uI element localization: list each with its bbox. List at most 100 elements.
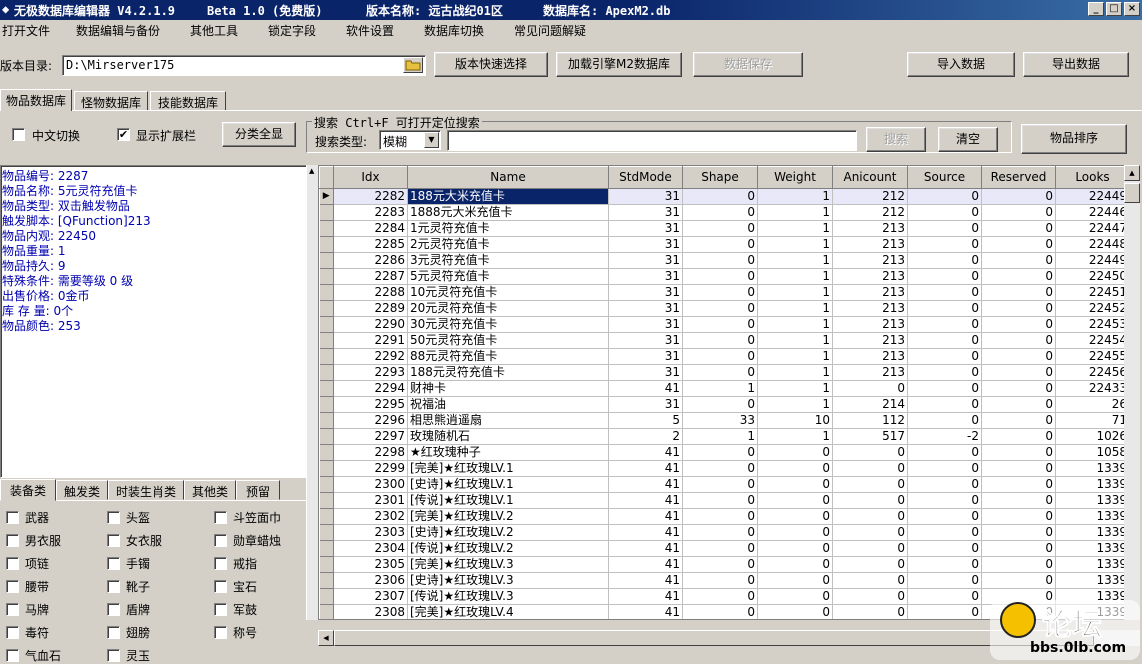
table-row[interactable]: 2284 1元灵符充值卡 31 0 1 213 0 0 22447	[319, 220, 1130, 237]
row-indicator[interactable]	[319, 476, 334, 493]
table-cell[interactable]: 0	[981, 524, 1056, 541]
menu-settings[interactable]: 软件设置	[346, 22, 394, 39]
table-cell[interactable]: 0	[757, 524, 833, 541]
table-cell[interactable]: 0	[682, 348, 758, 365]
table-cell[interactable]: 0	[832, 556, 908, 573]
table-cell[interactable]: 0	[682, 588, 758, 605]
table-cell[interactable]: 213	[832, 252, 908, 269]
table-cell[interactable]: 0	[981, 348, 1056, 365]
table-row[interactable]: 2288 10元灵符充值卡 31 0 1 213 0 0 22451	[319, 284, 1130, 301]
category-checkbox[interactable]	[107, 649, 120, 662]
category-checkbox[interactable]	[6, 649, 19, 662]
table-cell[interactable]: 0	[832, 476, 908, 493]
row-indicator[interactable]	[319, 572, 334, 589]
table-cell[interactable]: 2306	[333, 572, 408, 589]
sort-items-button[interactable]: 物品排序	[1021, 124, 1127, 154]
table-cell[interactable]: 213	[832, 364, 908, 381]
row-indicator[interactable]	[319, 492, 334, 509]
tab-fashion[interactable]: 时装生肖类	[108, 480, 184, 500]
table-cell[interactable]: 0	[682, 364, 758, 381]
table-cell[interactable]: 0	[757, 476, 833, 493]
table-cell[interactable]: 0	[682, 476, 758, 493]
category-checkbox[interactable]	[107, 626, 120, 639]
table-cell[interactable]: 2291	[333, 332, 408, 349]
table-cell[interactable]: 0	[907, 476, 982, 493]
table-cell[interactable]: 2元灵符充值卡	[407, 236, 609, 253]
search-type-select[interactable]: 模糊 ▼	[379, 130, 441, 150]
column-header[interactable]: Reserved	[981, 166, 1056, 189]
table-cell[interactable]: 3元灵符充值卡	[407, 252, 609, 269]
table-cell[interactable]: 31	[608, 364, 683, 381]
table-cell[interactable]: 41	[608, 460, 683, 477]
table-cell[interactable]: 31	[608, 284, 683, 301]
row-indicator[interactable]	[319, 204, 334, 221]
table-cell[interactable]: 41	[608, 604, 683, 619]
table-cell[interactable]: 0	[682, 604, 758, 619]
row-indicator[interactable]	[319, 316, 334, 333]
table-cell[interactable]: 0	[907, 188, 982, 205]
tab-skill-db[interactable]: 技能数据库	[150, 91, 226, 111]
row-indicator[interactable]	[319, 540, 334, 557]
table-cell[interactable]: 0	[682, 284, 758, 301]
minimize-button[interactable]: _	[1088, 2, 1104, 16]
table-cell[interactable]: 1	[757, 188, 833, 205]
table-cell[interactable]: 0	[907, 252, 982, 269]
row-indicator[interactable]	[319, 508, 334, 525]
table-cell[interactable]: 31	[608, 252, 683, 269]
table-cell[interactable]: 1058	[1055, 444, 1130, 461]
table-row[interactable]: ▶ 2282 188元大米充值卡 31 0 1 212 0 0 22449	[319, 188, 1130, 205]
table-row[interactable]: 2304 [传说]★红玫瑰LV.2 41 0 0 0 0 0 1339	[319, 540, 1130, 557]
table-cell[interactable]: 1	[757, 236, 833, 253]
row-indicator[interactable]	[319, 252, 334, 269]
table-cell[interactable]: 0	[682, 252, 758, 269]
table-cell[interactable]: 2299	[333, 460, 408, 477]
table-cell[interactable]: 0	[907, 220, 982, 237]
table-cell[interactable]: 1	[757, 332, 833, 349]
table-cell[interactable]: 0	[981, 380, 1056, 397]
table-cell[interactable]: 0	[682, 572, 758, 589]
scroll-left-icon[interactable]: ◀	[318, 630, 334, 646]
table-cell[interactable]: 517	[832, 428, 908, 445]
table-cell[interactable]: 2304	[333, 540, 408, 557]
table-cell[interactable]: 1	[757, 316, 833, 333]
category-checkbox[interactable]	[6, 511, 19, 524]
table-row[interactable]: 2296 相思熊逍遥扇 5 33 10 112 0 0 71	[319, 412, 1130, 429]
table-cell[interactable]: 22450	[1055, 268, 1130, 285]
table-cell[interactable]: 0	[981, 556, 1056, 573]
table-cell[interactable]: 71	[1055, 412, 1130, 429]
tab-item-db[interactable]: 物品数据库	[0, 89, 72, 111]
table-cell[interactable]: 0	[682, 492, 758, 509]
table-cell[interactable]: 0	[682, 444, 758, 461]
table-row[interactable]: 2285 2元灵符充值卡 31 0 1 213 0 0 22448	[319, 236, 1130, 253]
table-cell[interactable]: 22433	[1055, 380, 1130, 397]
table-cell[interactable]: 0	[832, 588, 908, 605]
table-cell[interactable]: 0	[907, 444, 982, 461]
table-cell[interactable]: 10	[757, 412, 833, 429]
table-cell[interactable]: 0	[981, 220, 1056, 237]
table-row[interactable]: 2286 3元灵符充值卡 31 0 1 213 0 0 22449	[319, 252, 1130, 269]
table-cell[interactable]: 0	[907, 460, 982, 477]
table-cell[interactable]: [传说]★红玫瑰LV.1	[407, 492, 609, 509]
table-cell[interactable]: 1339	[1055, 572, 1130, 589]
table-cell[interactable]: 0	[682, 268, 758, 285]
category-checkbox[interactable]	[107, 580, 120, 593]
table-cell[interactable]: 0	[907, 332, 982, 349]
table-cell[interactable]: 0	[981, 508, 1056, 525]
table-cell[interactable]: 2296	[333, 412, 408, 429]
table-cell[interactable]: [完美]★红玫瑰LV.1	[407, 460, 609, 477]
show-all-categories-button[interactable]: 分类全显	[222, 122, 296, 147]
table-cell[interactable]: 祝福油	[407, 396, 609, 413]
table-cell[interactable]: 22456	[1055, 364, 1130, 381]
tab-monster-db[interactable]: 怪物数据库	[74, 91, 148, 111]
table-cell[interactable]: 0	[832, 604, 908, 619]
vertical-scrollbar[interactable]: ▲	[1124, 165, 1140, 620]
table-cell[interactable]: 1	[757, 380, 833, 397]
table-cell[interactable]: 0	[682, 508, 758, 525]
table-cell[interactable]: 0	[682, 332, 758, 349]
row-indicator[interactable]	[319, 348, 334, 365]
table-cell[interactable]: 0	[757, 540, 833, 557]
table-cell[interactable]: 1026	[1055, 428, 1130, 445]
show-ext-checkbox[interactable]: ✔	[117, 128, 130, 141]
table-cell[interactable]: 0	[832, 460, 908, 477]
table-cell[interactable]: 22446	[1055, 204, 1130, 221]
